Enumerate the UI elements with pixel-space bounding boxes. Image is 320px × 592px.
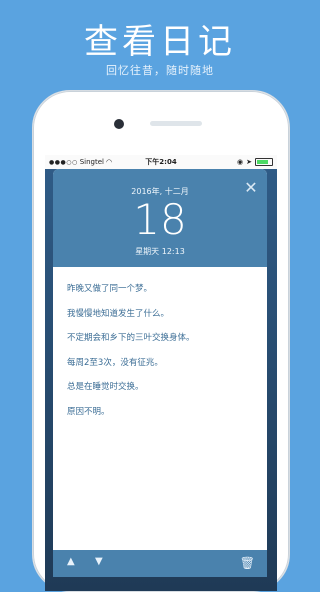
- phone-frame: ●●●○○ Singtel ◠ 下午2:04 ◉ ➤ 2016年, 十二月 18…: [32, 90, 290, 592]
- close-button[interactable]: ✕: [244, 178, 258, 197]
- diary-line: 我慢慢地知道发生了什么。: [67, 308, 170, 319]
- diary-line: 每周2至3次，没有征兆。: [67, 357, 163, 368]
- up-arrow-icon: ▲: [67, 556, 75, 567]
- battery-icon: [255, 158, 273, 166]
- diary-content: 昨晚又做了同一个梦。 我慢慢地知道发生了什么。 不定期会和乡下的三叶交换身体。 …: [67, 283, 257, 430]
- day-number: 18: [133, 195, 187, 244]
- earpiece-speaker: [150, 121, 202, 126]
- promo-subtitle: 回忆往昔，随时随地: [106, 64, 214, 77]
- status-bar: ●●●○○ Singtel ◠ 下午2:04 ◉ ➤: [45, 155, 277, 169]
- down-arrow-icon: ▼: [95, 556, 103, 567]
- phone-screen: ●●●○○ Singtel ◠ 下午2:04 ◉ ➤ 2016年, 十二月 18…: [45, 155, 277, 591]
- rotation-lock-icon: ◉: [237, 158, 244, 166]
- previous-entry-button[interactable]: ▲: [67, 556, 75, 567]
- diary-line: 昨晚又做了同一个梦。: [67, 284, 153, 294]
- next-entry-button[interactable]: ▼: [95, 556, 103, 567]
- diary-line: 不定期会和乡下的三叶交换身体。: [67, 333, 195, 343]
- front-camera: [114, 119, 124, 129]
- location-icon: ➤: [246, 158, 252, 166]
- diary-toolbar: ▲ ▼ 🗑: [53, 550, 267, 577]
- weekday-time: 星期天 12:13: [135, 247, 185, 256]
- close-icon: ✕: [244, 178, 258, 197]
- diary-line: 原因不明。: [67, 406, 110, 417]
- diary-card: 2016年, 十二月 18 星期天 12:13 ✕ 昨晚又做了同一个梦。 我慢慢…: [53, 169, 267, 577]
- diary-line: 总是在睡觉时交换。: [67, 382, 144, 392]
- status-icons: ◉ ➤: [237, 158, 273, 166]
- promo-title: 查看日记: [84, 22, 236, 62]
- diary-header: 2016年, 十二月 18 星期天 12:13 ✕: [53, 169, 267, 267]
